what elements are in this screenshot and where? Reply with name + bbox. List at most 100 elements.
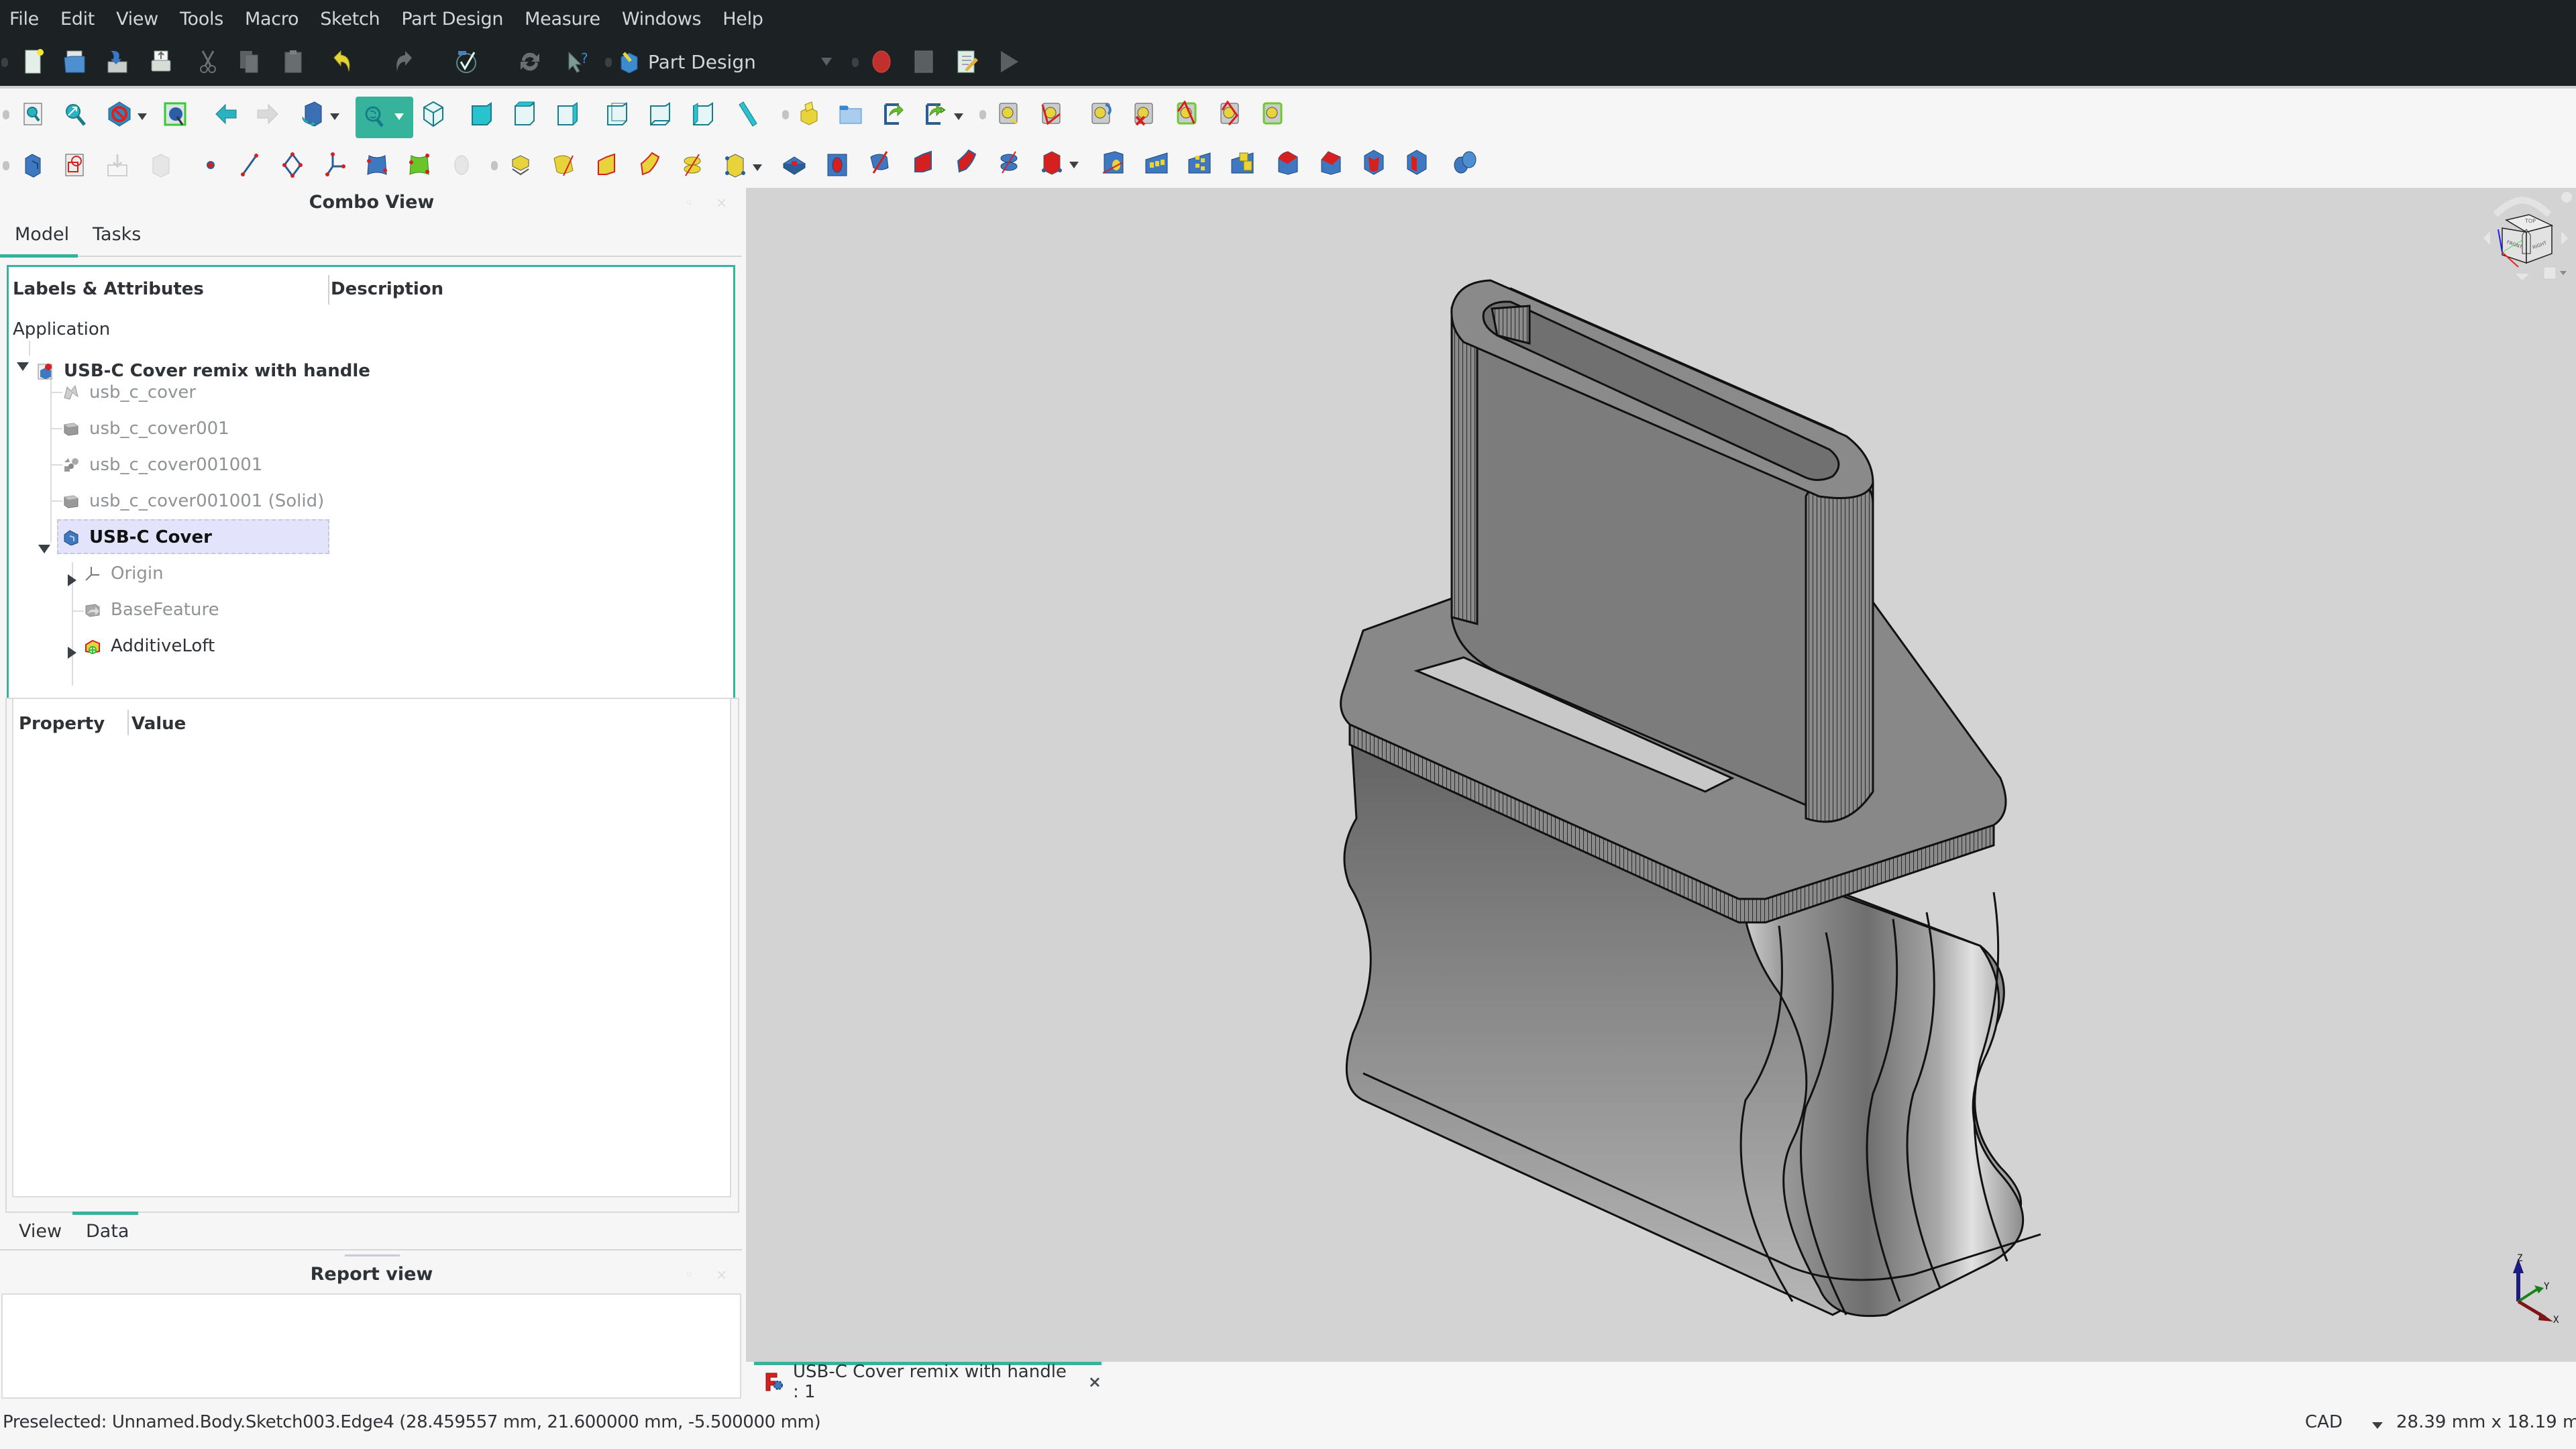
std-views-zoom-button[interactable]	[356, 97, 413, 138]
toolbar-handle[interactable]	[852, 58, 859, 67]
additive-helix-icon[interactable]	[679, 152, 706, 178]
mirrored-icon[interactable]	[1100, 149, 1127, 176]
measure-toggle-all-icon[interactable]	[1174, 101, 1201, 127]
shape-binder-icon[interactable]	[148, 152, 174, 178]
undo-icon[interactable]	[330, 48, 357, 75]
draft-icon[interactable]	[1360, 149, 1387, 176]
document-tab[interactable]: USB-C Cover remix with handle : 1 ×	[754, 1362, 1102, 1402]
link-actions-icon[interactable]	[920, 101, 947, 127]
groove-icon[interactable]	[867, 149, 894, 176]
toolbar-handle[interactable]	[1, 58, 8, 67]
create-group-icon[interactable]	[837, 101, 864, 127]
refresh-check-icon[interactable]	[453, 48, 480, 75]
copy-icon[interactable]	[236, 48, 263, 75]
isometric-view-icon[interactable]	[420, 101, 447, 127]
open-folder-icon[interactable]	[62, 48, 89, 75]
whats-this-icon[interactable]: ?	[565, 48, 592, 75]
top-view-icon[interactable]	[511, 101, 538, 127]
save-icon[interactable]	[104, 48, 131, 75]
draw-style-dropdown[interactable]	[138, 113, 147, 120]
datum-plane-icon[interactable]	[279, 152, 306, 178]
tab-view[interactable]: View	[19, 1221, 62, 1242]
link-icon[interactable]	[879, 101, 906, 127]
tree-item-usb-c-cover001[interactable]: usb_c_cover001	[62, 412, 229, 445]
menu-windows[interactable]: Windows	[622, 9, 702, 30]
shape-binder-blue-icon[interactable]	[364, 152, 390, 178]
create-sketch-icon[interactable]	[62, 152, 89, 178]
sync-view-icon[interactable]	[299, 101, 325, 127]
menu-edit[interactable]: Edit	[60, 9, 95, 30]
tree-item-usb-c-cover001001[interactable]: usb_c_cover001001	[62, 448, 262, 482]
menu-part-design[interactable]: Part Design	[401, 9, 503, 30]
report-view-output[interactable]	[1, 1293, 741, 1399]
menu-view[interactable]: View	[116, 9, 158, 30]
expand-toggle-body[interactable]	[38, 545, 50, 553]
tree-item-additiveloft[interactable]: AdditiveLoft	[84, 629, 215, 663]
local-coordinate-system-icon[interactable]	[322, 152, 349, 178]
toolbar-handle[interactable]	[3, 110, 9, 119]
dock-float-close-buttons[interactable]: ◦ ×	[685, 195, 737, 211]
fit-all-icon[interactable]	[20, 101, 47, 127]
datum-line-icon[interactable]	[236, 152, 263, 178]
subshape-binder-icon[interactable]	[406, 152, 433, 178]
redo-icon[interactable]	[389, 48, 416, 75]
measure-refresh-icon[interactable]	[1088, 101, 1115, 127]
menu-file[interactable]: File	[9, 9, 39, 30]
property-header-property[interactable]: Property	[19, 714, 105, 734]
sync-view-dropdown[interactable]	[330, 113, 339, 120]
fillet-icon[interactable]	[1275, 149, 1301, 176]
tree-item-origin[interactable]: Origin	[84, 557, 164, 590]
expand-toggle-additiveloft[interactable]	[68, 647, 76, 659]
workbench-selector[interactable]: Part Design	[619, 46, 840, 78]
measure-distance-icon[interactable]	[734, 101, 761, 127]
column-divider[interactable]	[328, 275, 329, 305]
pocket-icon[interactable]	[781, 152, 808, 178]
3d-viewport[interactable]: TOP FRONT RIGHT Z Y X	[746, 188, 2576, 1362]
draw-style-icon[interactable]	[106, 101, 133, 127]
recompute-icon[interactable]	[517, 48, 543, 75]
measure-angular-icon[interactable]	[1038, 101, 1065, 127]
validate-sketch-icon[interactable]	[104, 152, 131, 178]
3d-model-render[interactable]	[746, 188, 2576, 1362]
macro-edit-icon[interactable]	[954, 48, 981, 75]
datum-point-icon[interactable]	[197, 152, 224, 178]
multi-transform-icon[interactable]	[1229, 149, 1256, 176]
measure-toggle-3d-icon[interactable]	[1217, 101, 1244, 127]
subtractive-helix-icon[interactable]	[996, 149, 1022, 176]
boolean-icon[interactable]	[1452, 149, 1479, 176]
navigation-style-selector[interactable]: CAD	[2305, 1412, 2343, 1432]
tree-item-usb-c-cover[interactable]: usb_c_cover	[62, 376, 196, 409]
fit-selection-icon[interactable]	[62, 101, 89, 127]
link-dropdown[interactable]	[954, 113, 963, 120]
back-icon[interactable]	[213, 101, 240, 127]
toolbar-handle[interactable]	[3, 161, 9, 170]
print-icon[interactable]	[148, 48, 174, 75]
column-divider[interactable]	[127, 710, 129, 735]
expand-toggle-document[interactable]	[17, 362, 29, 371]
macro-record-icon[interactable]	[868, 48, 895, 75]
thickness-icon[interactable]	[1403, 149, 1430, 176]
create-body-icon[interactable]	[20, 152, 47, 178]
macro-stop-icon[interactable]	[911, 48, 938, 75]
hole-icon[interactable]	[824, 152, 851, 178]
property-header-value[interactable]: Value	[131, 714, 186, 734]
macro-execute-icon[interactable]	[996, 48, 1022, 75]
measure-toggle-delta-icon[interactable]	[1260, 101, 1287, 127]
menu-tools[interactable]: Tools	[180, 9, 223, 30]
tree-header-description[interactable]: Description	[331, 279, 443, 299]
measure-linear-icon[interactable]	[996, 101, 1022, 127]
polar-pattern-icon[interactable]	[1186, 149, 1213, 176]
tree-header-labels[interactable]: Labels & Attributes	[13, 279, 204, 299]
bottom-view-icon[interactable]	[647, 101, 674, 127]
right-view-icon[interactable]	[554, 101, 581, 127]
splitter-handle[interactable]	[345, 1254, 400, 1256]
dock-float-close-buttons[interactable]: ◦ ×	[685, 1267, 737, 1283]
clone-icon[interactable]	[448, 152, 475, 178]
menu-macro[interactable]: Macro	[245, 9, 299, 30]
new-document-icon[interactable]	[20, 48, 47, 75]
subtractive-primitive-icon[interactable]	[1038, 149, 1065, 176]
subtractive-loft-icon[interactable]	[910, 149, 936, 176]
additive-primitive-icon[interactable]	[722, 152, 749, 178]
close-tab-icon[interactable]: ×	[1088, 1373, 1102, 1391]
measure-clear-icon[interactable]	[1131, 101, 1158, 127]
